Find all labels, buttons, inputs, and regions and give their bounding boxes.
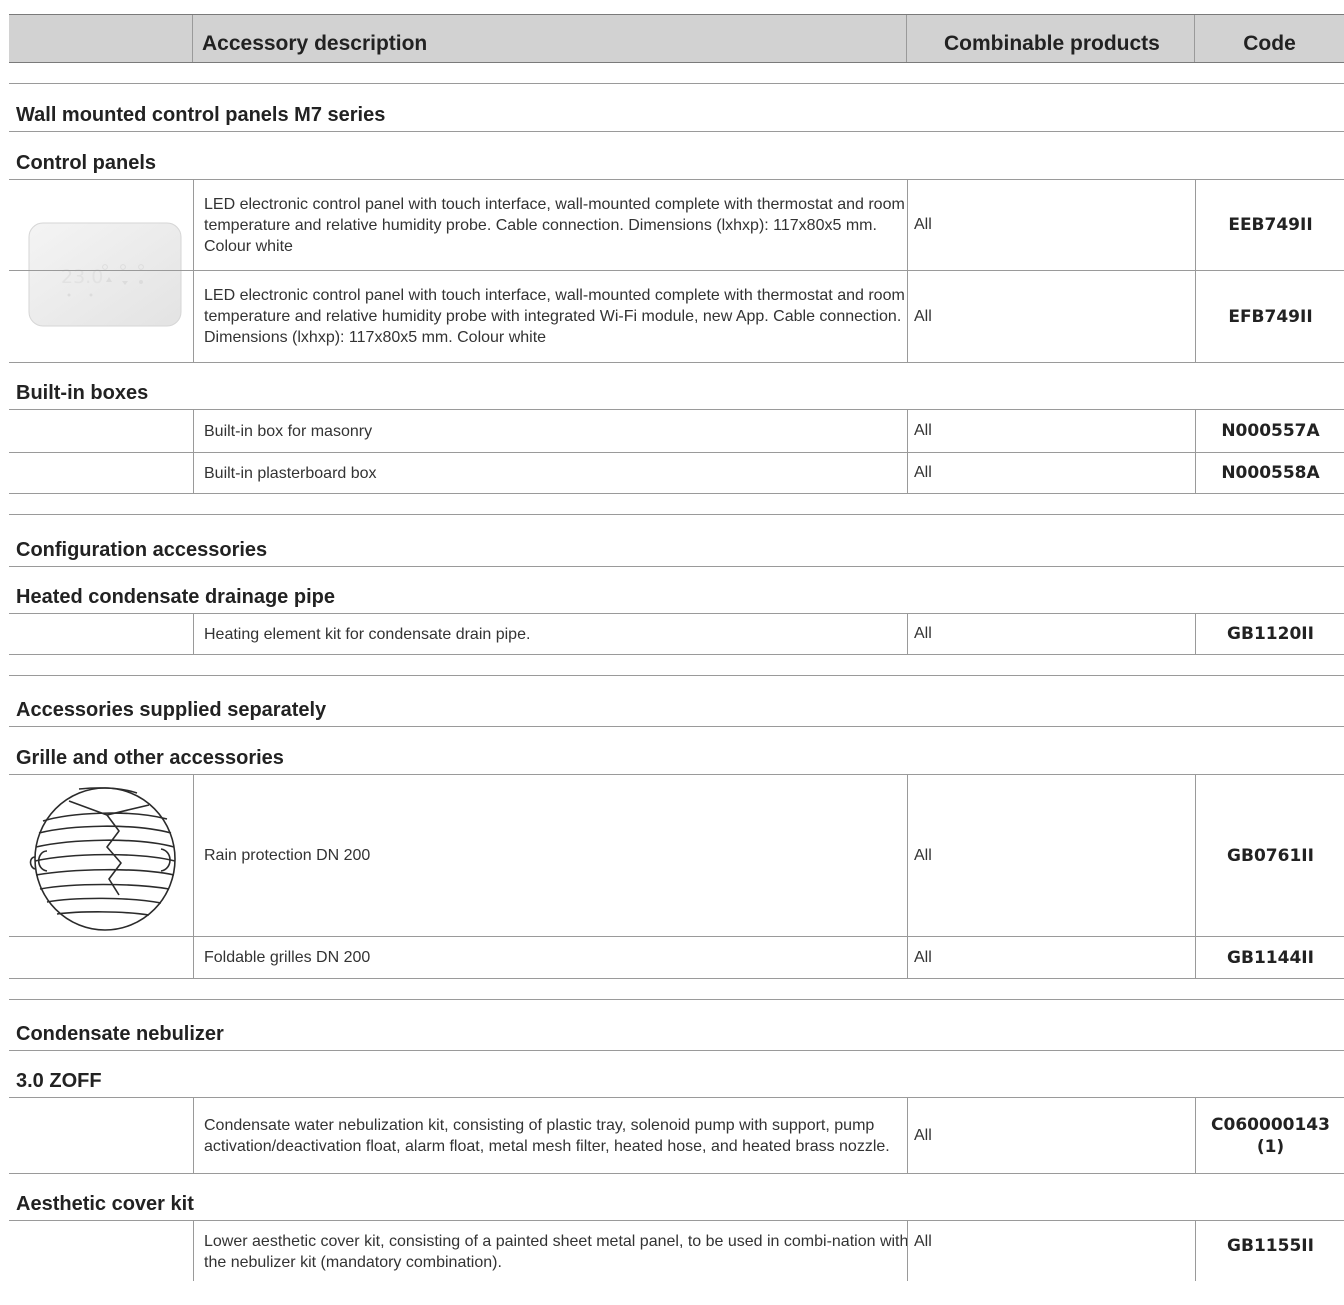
row-description: LED electronic control panel with touch … [193,271,919,362]
table-row: Heating element kit for condensate drain… [9,614,1344,655]
section-title: Accessories supplied separately [9,676,1344,727]
row-combinable: All [907,453,1201,493]
table-row: Built-in box for masonry All N000557A [9,410,1344,453]
subsection-title-text: Aesthetic cover kit [16,1193,194,1215]
table-row: Foldable grilles DN 200 All GB1144II [9,937,1344,979]
section-title-text: Condensate nebulizer [16,1023,224,1045]
table-row: LED electronic control panel with touch … [9,180,1344,271]
row-combinable: All [907,1221,1201,1281]
header-divider [1194,15,1195,62]
spacer-row [9,979,1344,1000]
row-description: Built-in box for masonry [193,410,919,452]
subsection-title-text: Control panels [16,152,157,174]
row-combinable: All [907,614,1201,654]
control-panels-group: 23.0 LED electronic control panel with t… [9,180,1344,363]
row-description: Condensate water nebulization kit, consi… [193,1098,919,1173]
row-description: Built-in plasterboard box [193,453,919,493]
subsection-title: Heated condensate drainage pipe [9,567,1344,614]
subsection-title-text: Heated condensate drainage pipe [16,586,335,608]
row-combinable: All [907,937,1201,978]
spacer-row [9,494,1344,515]
table-header: Accessory description Combinable product… [9,14,1344,63]
header-combinable: Combinable products [944,32,1160,55]
table-row: Rain protection DN 200 All GB0761II [9,775,1344,937]
header-divider [906,15,907,62]
row-code: C060000143 (1) [1195,1098,1344,1173]
section-title: Configuration accessories [9,515,1344,567]
row-combinable: All [907,180,1201,270]
subsection-title-text: Built-in boxes [16,382,149,404]
table-row: Lower aesthetic cover kit, consisting of… [9,1221,1344,1281]
section-title-text: Configuration accessories [16,539,268,561]
subsection-title: Built-in boxes [9,363,1344,410]
rain-protection-image [9,775,192,936]
rain-cover-icon [29,787,176,931]
row-code: N000557A [1195,410,1344,452]
table-row: Condensate water nebulization kit, consi… [9,1098,1344,1174]
table-row: LED electronic control panel with touch … [9,271,1344,363]
row-code: N000558A [1195,453,1344,493]
spacer-row [9,655,1344,676]
subsection-title: Aesthetic cover kit [9,1174,1344,1221]
header-divider [192,15,193,62]
table-row: Built-in plasterboard box All N000558A [9,453,1344,494]
row-description: LED electronic control panel with touch … [193,180,919,270]
row-code: GB1120II [1195,614,1344,654]
section-title-text: Wall mounted control panels M7 series [16,104,386,126]
section-title-text: Accessories supplied separately [16,699,327,721]
row-description: Rain protection DN 200 [193,775,919,936]
row-combinable: All [907,775,1201,936]
subsection-title-text: Grille and other accessories [16,747,284,769]
subsection-title: Control panels [9,132,1344,180]
header-description: Accessory description [202,32,428,55]
subsection-title-text: 3.0 ZOFF [16,1070,102,1092]
row-code: EFB749II [1195,271,1344,362]
section-title: Condensate nebulizer [9,1000,1344,1051]
accessories-table: Accessory description Combinable product… [9,14,1344,1281]
row-combinable: All [907,271,1201,362]
row-combinable: All [907,1098,1201,1173]
row-description: Lower aesthetic cover kit, consisting of… [193,1221,919,1281]
section-title: Wall mounted control panels M7 series [9,84,1344,132]
subsection-title: 3.0 ZOFF [9,1051,1344,1098]
row-code: EEB749II [1195,180,1344,270]
header-code: Code [1243,32,1296,55]
spacer-row [9,63,1344,84]
row-description: Heating element kit for condensate drain… [193,614,919,654]
row-code: GB1155II [1195,1221,1344,1281]
row-combinable: All [907,410,1201,452]
row-code: GB0761II [1195,775,1344,936]
row-description: Foldable grilles DN 200 [193,937,919,978]
subsection-title: Grille and other accessories [9,727,1344,775]
row-code: GB1144II [1195,937,1344,978]
